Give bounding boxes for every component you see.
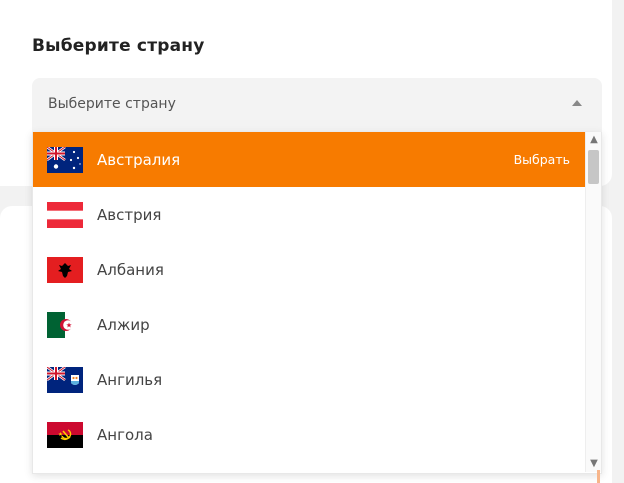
anguilla-flag-icon <box>47 366 83 393</box>
angola-flag-icon <box>47 421 83 448</box>
austria-flag-icon <box>47 201 83 228</box>
option-label: Албания <box>97 260 164 279</box>
options-list: Австралия Выбрать Австрия Албания Алжир … <box>33 132 585 462</box>
albania-flag-icon <box>47 256 83 283</box>
edge-accent <box>597 470 600 483</box>
select-action-label[interactable]: Выбрать <box>514 152 570 168</box>
country-select[interactable]: Выберите страну <box>32 78 602 132</box>
select-placeholder: Выберите страну <box>48 96 176 112</box>
option-label: Австралия <box>97 150 181 169</box>
option-label: Ангола <box>97 425 153 444</box>
option-angola[interactable]: Ангола <box>33 407 585 462</box>
australia-flag-icon <box>47 146 83 173</box>
option-label: Ангилья <box>97 370 163 389</box>
dropdown-scrollbar[interactable]: ▲ ▼ <box>585 132 601 472</box>
triangle-up-icon[interactable] <box>572 100 582 106</box>
scroll-up-icon[interactable]: ▲ <box>586 132 601 148</box>
option-anguilla[interactable]: Ангилья <box>33 352 585 407</box>
section-heading: Выберите страну <box>32 36 205 56</box>
option-austria[interactable]: Австрия <box>33 187 585 242</box>
option-algeria[interactable]: Алжир <box>33 297 585 352</box>
option-label: Австрия <box>97 205 162 224</box>
algeria-flag-icon <box>47 311 83 338</box>
option-australia[interactable]: Австралия Выбрать <box>33 132 585 187</box>
option-albania[interactable]: Албания <box>33 242 585 297</box>
country-dropdown-list: Австралия Выбрать Австрия Албания Алжир … <box>32 132 602 474</box>
scrollbar-thumb[interactable] <box>588 150 599 184</box>
option-label: Алжир <box>97 315 150 334</box>
